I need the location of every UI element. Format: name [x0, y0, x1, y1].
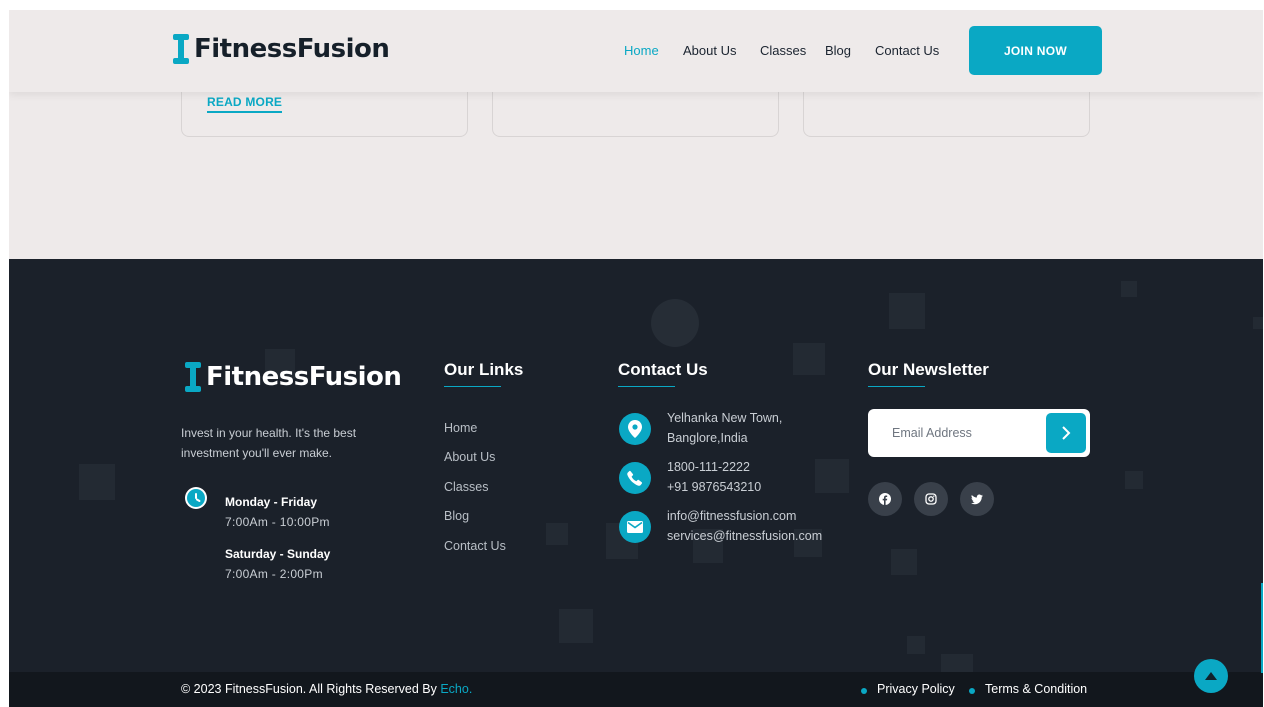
phone-number[interactable]: 1800-111-2222 [667, 460, 750, 474]
bullet-dot [861, 688, 867, 694]
back-to-top-button[interactable] [1194, 659, 1228, 693]
dumbbell-icon [172, 34, 190, 64]
scroll-progress-bar [1261, 583, 1263, 673]
header-logo[interactable]: FitnessFusion [172, 34, 390, 64]
hours-days: Monday - Friday [225, 495, 318, 509]
hours-days: Saturday - Sunday [225, 547, 331, 561]
copyright-bar: © 2023 FitnessFusion. All Rights Reserve… [9, 672, 1263, 707]
nav-home[interactable]: Home [624, 43, 659, 58]
decor-square [891, 549, 917, 575]
read-more-link[interactable]: READ MORE [207, 95, 283, 113]
decor-circle [651, 299, 699, 347]
page: READ MORE FitnessFusion Home About Us Cl… [9, 10, 1263, 707]
site-header: FitnessFusion Home About Us Classes Blog… [9, 10, 1263, 92]
decor-square [793, 343, 825, 375]
decor-square [1121, 281, 1137, 297]
newsletter-submit-button[interactable] [1046, 413, 1086, 453]
footer-logo[interactable]: FitnessFusion [184, 362, 402, 392]
newsletter-title: Our Newsletter [868, 360, 989, 387]
footer-link-blog[interactable]: Blog [444, 509, 469, 523]
brand-name: FitnessFusion [194, 34, 390, 64]
phone-icon [619, 462, 651, 494]
nav-classes[interactable]: Classes [760, 43, 806, 58]
nav-about-us[interactable]: About Us [683, 43, 736, 58]
decor-square [907, 636, 925, 654]
privacy-policy-link[interactable]: Privacy Policy [877, 682, 955, 696]
copyright-label: © 2023 FitnessFusion. All Rights Reserve… [181, 682, 441, 696]
facebook-icon[interactable] [868, 482, 902, 516]
decor-square [559, 609, 593, 643]
hours-time: 7:00Am - 10:00Pm [225, 515, 330, 529]
footer-link-home[interactable]: Home [444, 421, 477, 435]
instagram-icon[interactable] [914, 482, 948, 516]
footer-tagline: Invest in your health. It's the best inv… [181, 426, 357, 460]
newsletter-email-input[interactable] [868, 409, 1038, 457]
newsletter-form [868, 409, 1090, 457]
address-line: Yelhanka New Town, [667, 411, 783, 425]
mail-icon [619, 511, 651, 543]
copyright-brand-link[interactable]: Echo. [440, 682, 472, 696]
footer-link-classes[interactable]: Classes [444, 480, 488, 494]
clock-icon [185, 487, 207, 509]
footer-link-contact-us[interactable]: Contact Us [444, 539, 506, 553]
copyright-text: © 2023 FitnessFusion. All Rights Reserve… [181, 682, 472, 696]
decor-square [546, 523, 568, 545]
chevron-right-icon [1062, 426, 1071, 440]
phone-number[interactable]: +91 9876543210 [667, 480, 761, 494]
address-line: Banglore,India [667, 431, 748, 445]
decor-square [815, 459, 849, 493]
twitter-icon[interactable] [960, 482, 994, 516]
decor-square [889, 293, 925, 329]
terms-condition-link[interactable]: Terms & Condition [985, 682, 1087, 696]
brand-name: FitnessFusion [206, 362, 402, 392]
nav-blog[interactable]: Blog [825, 43, 851, 58]
decor-square [79, 464, 115, 500]
hours-time: 7:00Am - 2:00Pm [225, 567, 323, 581]
contact-title: Contact Us [618, 360, 708, 387]
nav-contact-us[interactable]: Contact Us [875, 43, 939, 58]
decor-square [1125, 471, 1143, 489]
dumbbell-icon [184, 362, 202, 392]
bullet-dot [969, 688, 975, 694]
email-address[interactable]: services@fitnessfusion.com [667, 529, 822, 543]
join-now-button[interactable]: JOIN NOW [969, 26, 1102, 75]
footer-link-about-us[interactable]: About Us [444, 450, 495, 464]
caret-up-icon [1205, 672, 1217, 680]
links-title: Our Links [444, 360, 524, 387]
site-footer: FitnessFusion Invest in your health. It'… [9, 259, 1263, 672]
location-pin-icon [619, 413, 651, 445]
email-address[interactable]: info@fitnessfusion.com [667, 509, 796, 523]
decor-square [1253, 317, 1263, 329]
decor-square [941, 654, 973, 672]
